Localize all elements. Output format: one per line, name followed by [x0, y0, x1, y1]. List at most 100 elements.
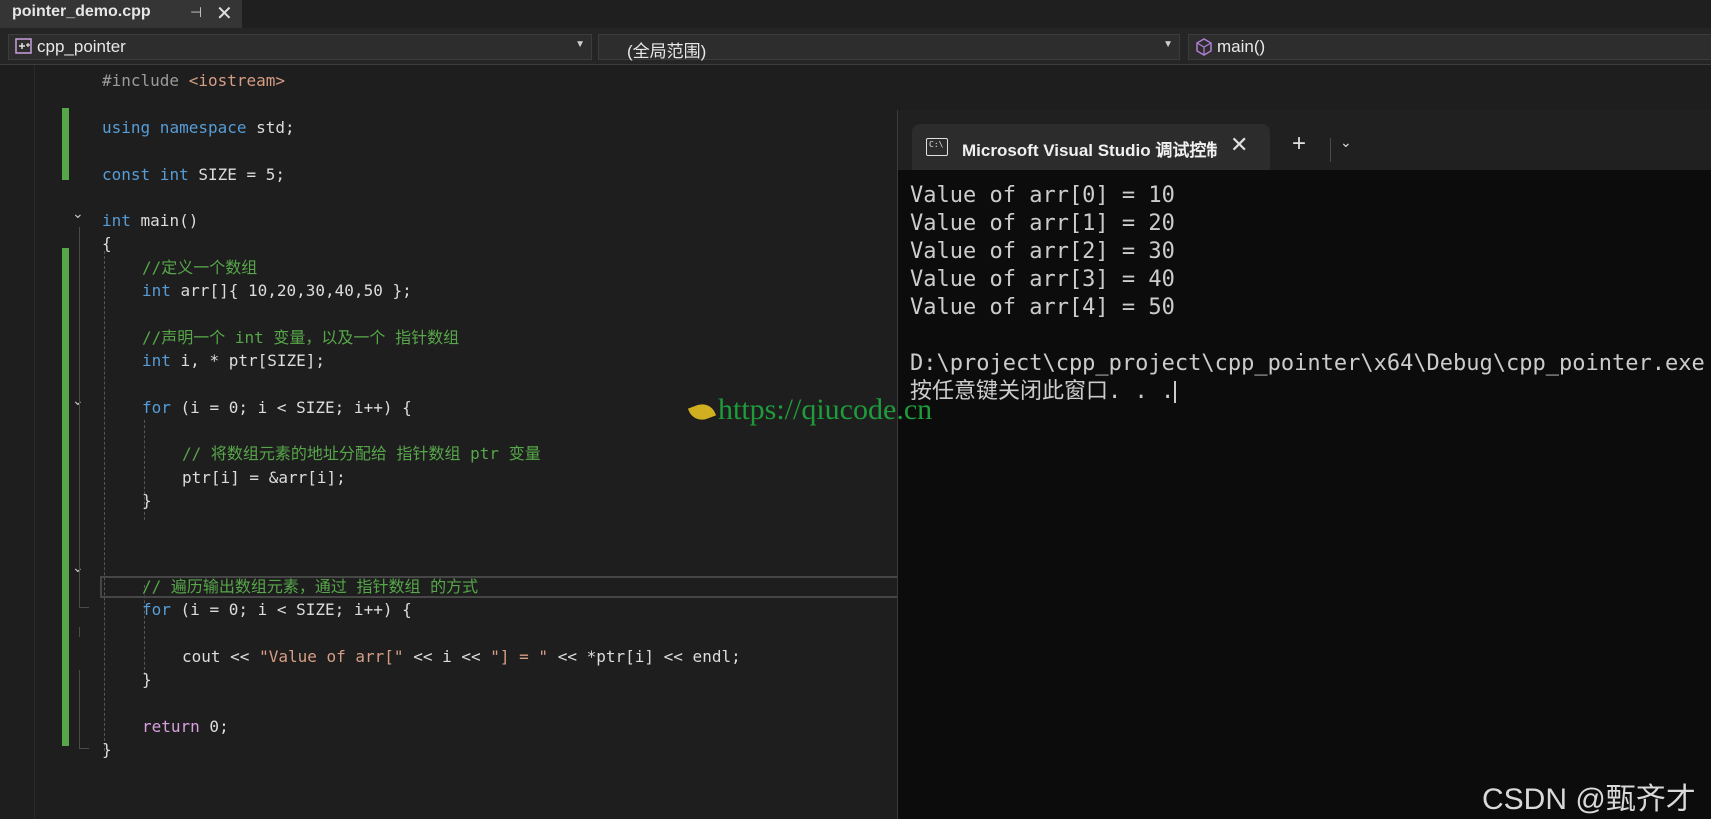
console-prompt: 按任意键关闭此窗口. . . — [910, 379, 1175, 404]
code-line-17: } — [142, 669, 152, 691]
console-line: Value of arr[3] = 40 — [910, 267, 1175, 292]
string-literal: "Value of arr[" — [259, 647, 404, 666]
console-tab-title: Microsoft Visual Studio 调试控制台 — [962, 141, 1217, 160]
scope-guide — [79, 748, 89, 749]
new-tab-button[interactable]: + — [1292, 130, 1306, 158]
console-tab[interactable]: C:\ Microsoft Visual Studio 调试控制台 ✕ — [912, 124, 1270, 170]
close-brace: } — [142, 491, 152, 510]
scope-guide — [79, 607, 89, 608]
keyword-return: return — [142, 717, 200, 736]
close-brace: } — [102, 740, 112, 759]
comment: //定义一个数组 — [142, 258, 258, 277]
keyword-for: for — [142, 398, 171, 417]
console-line: Value of arr[4] = 50 — [910, 295, 1175, 320]
function-cube-icon — [1196, 38, 1212, 56]
ptr-assignment: ptr[i] = &arr[i]; — [182, 468, 346, 487]
code-line-7: int arr[]{ 10,20,30,40,50 }; — [142, 280, 412, 302]
code-line-16: cout << "Value of arr[" << i << "] = " <… — [182, 646, 741, 668]
text-cursor — [1174, 381, 1177, 403]
keyword-int: int — [102, 211, 131, 230]
navigation-bar: cpp_pointer ▼ (全局范围) ▼ main() — [0, 28, 1711, 65]
console-prompt-line: 按任意键关闭此窗口. . . — [910, 378, 1705, 406]
code-line-18: return 0; — [142, 716, 229, 738]
keyword-int: int — [142, 281, 171, 300]
code-line-19: } — [102, 739, 112, 761]
scope-dropdown[interactable]: (全局范围) ▼ — [598, 34, 1180, 61]
fold-toggle[interactable]: ⌄ — [72, 392, 84, 409]
return-value: 0; — [199, 717, 229, 736]
code-line-3: const int SIZE = 5; — [102, 164, 285, 186]
fold-toggle[interactable]: ⌄ — [72, 205, 84, 222]
close-brace: } — [142, 670, 152, 689]
code-line-4: int main() — [102, 210, 198, 232]
code-line-8: //声明一个 int 变量，以及一个 指针数组 — [142, 327, 459, 349]
fold-toggle[interactable]: ⌄ — [72, 559, 84, 576]
chevron-down-icon[interactable]: ⌄ — [1340, 134, 1352, 151]
code-line-15: for (i = 0; i < SIZE; i++) { — [142, 599, 412, 621]
main-signature: main() — [130, 211, 199, 230]
size-declaration: SIZE = 5; — [188, 165, 286, 184]
close-icon[interactable]: ✕ — [1230, 132, 1248, 158]
debug-console-window[interactable]: C:\ Microsoft Visual Studio 调试控制台 ✕ + ⌄ … — [897, 110, 1711, 819]
chevron-down-icon: ▼ — [575, 39, 585, 50]
for-header: (i = 0; i < SIZE; i++) { — [170, 398, 412, 417]
project-name: cpp_pointer — [37, 37, 126, 56]
document-tab-bar: pointer_demo.cpp ⊣ ✕ — [0, 0, 1711, 28]
console-line: Value of arr[2] = 30 — [910, 239, 1175, 264]
pin-icon[interactable]: ⊣ — [190, 4, 202, 21]
arr-declaration: arr[]{ 10,20,30,40,50 }; — [170, 281, 412, 300]
comment: // 将数组元素的地址分配给 指针数组 ptr 变量 — [182, 444, 541, 463]
code-line-13: } — [142, 490, 152, 512]
leaf-icon — [687, 400, 717, 424]
keyword-using: using — [102, 118, 151, 137]
keyword-int: int — [150, 165, 189, 184]
keyword-namespace: namespace — [150, 118, 247, 137]
document-tab-title: pointer_demo.cpp — [12, 3, 151, 20]
close-icon[interactable]: ✕ — [216, 1, 233, 26]
ptr-declaration: i, * ptr[SIZE]; — [170, 351, 326, 370]
keyword-int: int — [142, 351, 171, 370]
for-header: (i = 0; i < SIZE; i++) { — [170, 600, 412, 619]
code-line-9: int i, * ptr[SIZE]; — [142, 350, 325, 372]
function-name: main() — [1217, 37, 1266, 56]
change-indicator — [62, 108, 69, 180]
stream-deref: << *ptr[i] << endl; — [548, 647, 741, 666]
code-line-12: ptr[i] = &arr[i]; — [182, 467, 346, 489]
author-credit: CSDN @甄齐才 — [1482, 783, 1696, 816]
editor-margin — [0, 65, 35, 819]
watermark: https://qiucode.cn — [687, 393, 933, 427]
console-titlebar: C:\ Microsoft Visual Studio 调试控制台 ✕ + ⌄ — [898, 110, 1711, 170]
namespace-std: std; — [246, 118, 295, 137]
comment: // 遍历输出数组元素，通过 指针数组 的方式 — [142, 577, 479, 596]
comment: //声明一个 int 变量，以及一个 指针数组 — [142, 328, 460, 347]
keyword-const: const — [102, 165, 151, 184]
scope-guide — [79, 227, 80, 607]
cout-stream: cout << — [182, 647, 260, 666]
scope-name: (全局范围) — [627, 42, 707, 61]
project-icon — [15, 38, 32, 54]
terminal-icon: C:\ — [926, 138, 948, 156]
watermark-url: https://qiucode.cn — [718, 393, 933, 426]
preprocessor-directive: #include — [102, 71, 180, 90]
tab-separator — [1330, 138, 1331, 162]
open-brace: { — [102, 234, 112, 253]
scope-guide — [79, 670, 80, 748]
keyword-for: for — [142, 600, 171, 619]
code-line-10: for (i = 0; i < SIZE; i++) { — [142, 397, 412, 419]
console-line: Value of arr[0] = 10 — [910, 183, 1175, 208]
console-line: Value of arr[1] = 20 — [910, 211, 1175, 236]
scope-guide — [79, 627, 80, 637]
chevron-down-icon: ▼ — [1163, 39, 1173, 50]
code-line-2: using namespace std; — [102, 117, 295, 139]
change-indicator — [62, 248, 69, 746]
code-line-5: { — [102, 233, 112, 255]
code-line-6: //定义一个数组 — [142, 257, 257, 279]
include-path: <iostream> — [179, 71, 286, 90]
console-line: D:\project\cpp_project\cpp_pointer\x64\D… — [910, 351, 1705, 376]
code-line-1: #include <iostream> — [102, 70, 285, 92]
project-dropdown[interactable]: cpp_pointer ▼ — [8, 34, 592, 60]
function-dropdown[interactable]: main() — [1188, 34, 1711, 60]
indent-guide — [104, 251, 105, 751]
document-tab[interactable]: pointer_demo.cpp ⊣ ✕ — [0, 0, 242, 28]
console-output[interactable]: Value of arr[0] = 10 Value of arr[1] = 20… — [910, 182, 1705, 406]
